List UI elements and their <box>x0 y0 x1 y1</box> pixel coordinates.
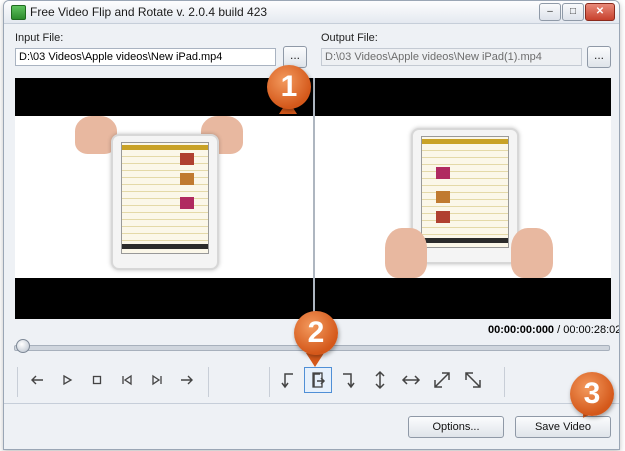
ipad-image <box>411 128 519 264</box>
stop-icon[interactable] <box>86 369 108 391</box>
callout-2: 2 <box>294 311 338 355</box>
maximize-button[interactable]: □ <box>562 3 584 21</box>
save-video-button[interactable]: Save Video <box>515 416 611 438</box>
callout-1: 1 <box>267 65 311 109</box>
rotate-left-icon[interactable] <box>276 369 298 391</box>
hand-image <box>511 228 553 278</box>
callout-3: 3 <box>570 372 614 416</box>
flip-vertical-icon[interactable] <box>369 369 391 391</box>
total-time: 00:00:28:028 <box>563 324 619 336</box>
skip-end-icon[interactable] <box>146 369 168 391</box>
output-file-field: D:\03 Videos\Apple videos\New iPad(1).mp… <box>321 48 582 66</box>
app-icon <box>11 5 26 20</box>
input-file-field[interactable]: D:\03 Videos\Apple videos\New iPad.mp4 <box>15 48 276 66</box>
app-window: Free Video Flip and Rotate v. 2.0.4 buil… <box>3 0 620 450</box>
time-separator: / <box>557 324 561 336</box>
input-file-label: Input File: <box>15 32 64 44</box>
time-display: 00:00:00:000 / 00:00:28:028 <box>488 324 619 336</box>
current-time: 00:00:00:000 <box>488 324 555 336</box>
previous-frame-icon[interactable] <box>26 369 48 391</box>
output-browse-button[interactable]: ... <box>587 46 611 68</box>
input-video-frame <box>15 116 313 278</box>
video-preview <box>15 78 611 319</box>
ipad-screen <box>421 136 509 248</box>
rotate-180-icon[interactable] <box>338 369 360 391</box>
seek-slider-thumb[interactable] <box>16 339 30 353</box>
play-icon[interactable] <box>56 369 78 391</box>
hand-image <box>385 228 427 278</box>
skip-start-icon[interactable] <box>116 369 138 391</box>
output-video-frame <box>315 116 611 278</box>
options-button[interactable]: Options... <box>408 416 504 438</box>
window-title: Free Video Flip and Rotate v. 2.0.4 buil… <box>30 5 268 19</box>
close-button[interactable]: ✕ <box>585 3 615 21</box>
callout-tail <box>306 353 324 367</box>
footer-bar: Options... Save Video <box>4 403 619 449</box>
output-file-label: Output File: <box>321 32 378 44</box>
transverse-icon[interactable] <box>462 369 484 391</box>
rotate-right-icon[interactable] <box>304 367 332 393</box>
minimize-button[interactable]: – <box>539 3 561 21</box>
next-frame-icon[interactable] <box>176 369 198 391</box>
flip-horizontal-icon[interactable] <box>400 369 422 391</box>
title-bar[interactable]: Free Video Flip and Rotate v. 2.0.4 buil… <box>4 1 619 24</box>
ipad-screen <box>121 142 209 254</box>
transpose-icon[interactable] <box>431 369 453 391</box>
ipad-image <box>111 134 219 270</box>
